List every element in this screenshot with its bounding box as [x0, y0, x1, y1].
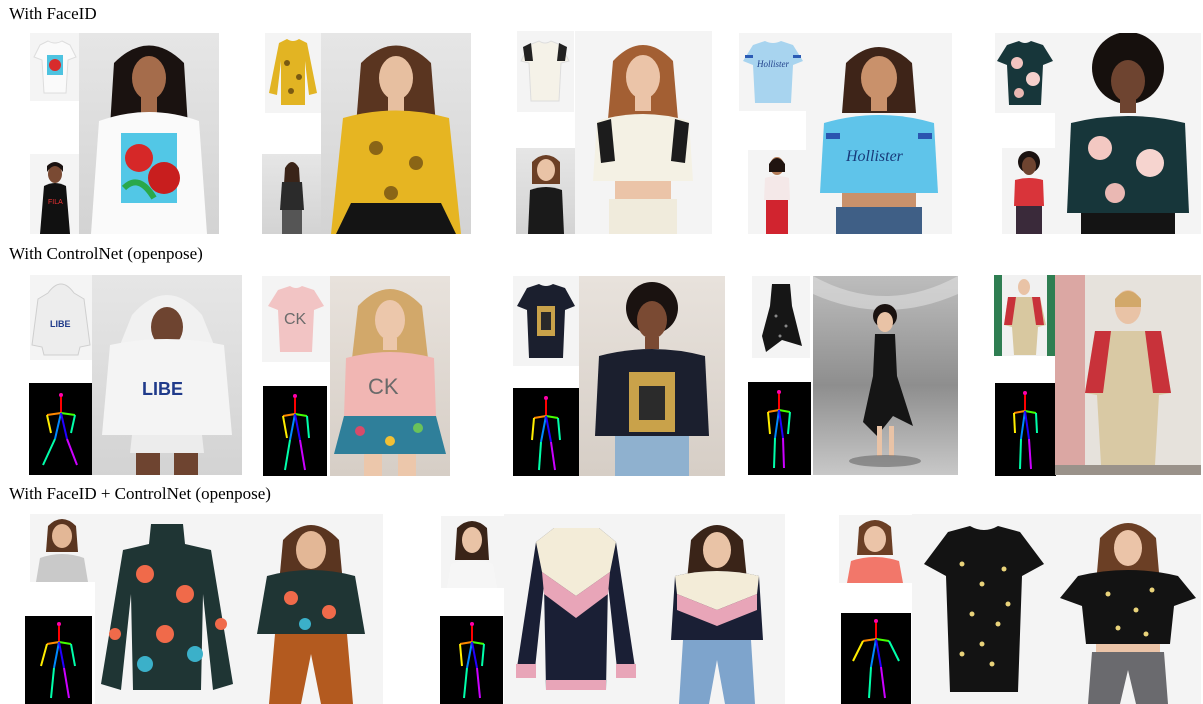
face-reference-thumbnail — [441, 516, 504, 588]
section-title-faceid: With FaceID — [9, 4, 97, 23]
face-reference-thumbnail — [839, 515, 912, 583]
garment-thumbnail — [265, 33, 321, 113]
openpose-skeleton — [995, 383, 1056, 476]
generated-photo — [649, 514, 785, 704]
svg-text:CK: CK — [368, 374, 399, 399]
openpose-skeleton — [841, 613, 911, 704]
face-reference-thumbnail: FILA — [30, 154, 80, 234]
openpose-skeleton — [748, 382, 811, 475]
svg-text:FILA: FILA — [48, 199, 63, 206]
generated-photo — [321, 33, 471, 234]
generated-photo: LIBE — [92, 275, 242, 475]
garment-thumbnail — [30, 33, 80, 101]
openpose-skeleton — [263, 386, 327, 476]
generated-photo — [813, 276, 958, 475]
generated-photo — [239, 514, 383, 704]
garment-thumbnail: CK — [262, 276, 330, 362]
garment-product-photo — [504, 514, 649, 704]
garment-thumbnail — [995, 33, 1056, 113]
generated-photo — [575, 31, 712, 234]
garment-thumbnail — [517, 31, 574, 112]
section-title-controlnet: With ControlNet (openpose) — [9, 244, 203, 263]
section-title-faceid-controlnet: With FaceID + ControlNet (openpose) — [9, 484, 271, 503]
face-reference-thumbnail — [748, 150, 806, 234]
garment-thumbnail: LIBE — [30, 275, 93, 360]
openpose-skeleton — [513, 388, 579, 476]
garment-thumbnail: Hollister — [739, 33, 807, 111]
generated-photo: CK — [330, 276, 450, 476]
svg-text:LIBE: LIBE — [142, 379, 183, 399]
face-reference-thumbnail — [30, 514, 95, 582]
openpose-skeleton — [29, 383, 92, 475]
face-reference-thumbnail — [516, 148, 576, 234]
svg-text:Hollister: Hollister — [756, 59, 789, 69]
face-reference-thumbnail — [262, 154, 322, 234]
generated-photo — [579, 276, 725, 476]
generated-photo — [1055, 33, 1201, 234]
garment-thumbnail — [752, 276, 810, 358]
svg-text:LIBE: LIBE — [50, 319, 71, 329]
generated-photo — [1055, 275, 1201, 475]
face-reference-thumbnail — [1002, 148, 1056, 234]
openpose-skeleton — [440, 616, 503, 704]
svg-text:CK: CK — [284, 311, 307, 328]
garment-product-photo — [912, 514, 1056, 704]
garment-thumbnail — [513, 276, 579, 366]
generated-photo — [79, 33, 219, 234]
openpose-skeleton — [25, 616, 92, 704]
garment-thumbnail — [994, 275, 1055, 356]
garment-product-photo — [95, 514, 239, 704]
generated-photo: Hollister — [806, 33, 952, 234]
svg-text:Hollister: Hollister — [845, 148, 904, 165]
generated-photo — [1056, 514, 1201, 704]
